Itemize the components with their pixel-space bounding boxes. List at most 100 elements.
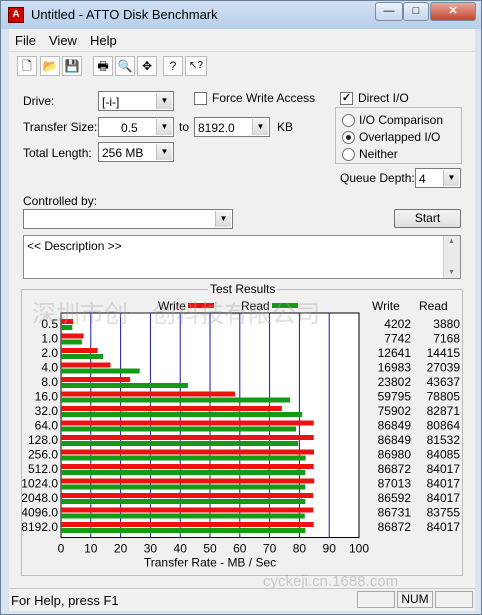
maximize-button[interactable]: □ xyxy=(403,2,429,21)
chevron-down-icon: ▼ xyxy=(215,211,231,227)
x-tick-label: 0 xyxy=(58,542,65,556)
read-value: 78805 xyxy=(427,390,461,404)
io-comparison-label[interactable]: I/O Comparison xyxy=(359,113,443,127)
controlled-by-select[interactable]: ▼ xyxy=(23,209,233,229)
print-preview-button[interactable]: 🔍 xyxy=(115,56,135,76)
force-write-checkbox[interactable] xyxy=(194,92,207,105)
read-bar xyxy=(61,325,73,330)
help-icon: ? xyxy=(169,59,177,73)
description-box[interactable]: << Description >> ▲ ▼ xyxy=(23,235,461,279)
write-value: 16983 xyxy=(378,361,412,375)
close-button[interactable]: ✕ xyxy=(430,2,476,21)
move-icon: ✥ xyxy=(141,59,153,73)
overlapped-io-radio[interactable] xyxy=(342,131,355,144)
drive-select[interactable]: [-i-] ▼ xyxy=(98,91,174,111)
minimize-button[interactable]: — xyxy=(375,2,403,21)
read-bar xyxy=(61,513,305,519)
settings-panel: Drive: [-i-] ▼ Force Write Access ✓ Dire… xyxy=(9,80,475,588)
x-tick-label: 70 xyxy=(263,542,277,556)
direct-io-checkbox[interactable]: ✓ xyxy=(340,92,353,105)
read-bar xyxy=(61,455,306,461)
write-value: 86592 xyxy=(378,491,412,505)
read-value: 43637 xyxy=(427,375,461,389)
controlled-by-label: Controlled by: xyxy=(23,194,98,208)
open-folder-button[interactable]: 📂 xyxy=(40,56,60,76)
minimize-icon: — xyxy=(383,5,395,17)
scroll-down-icon: ▼ xyxy=(448,269,455,276)
new-file-icon: 🗋 xyxy=(22,59,32,73)
write-value: 12641 xyxy=(378,346,412,360)
overlapped-io-label[interactable]: Overlapped I/O xyxy=(359,130,440,144)
write-column-header: Write xyxy=(372,299,400,313)
read-bar xyxy=(61,339,82,345)
direct-io-label[interactable]: Direct I/O xyxy=(358,91,409,105)
queue-depth-select[interactable]: 4 ▼ xyxy=(415,168,461,188)
maximize-icon: □ xyxy=(412,5,420,17)
title-bar[interactable]: A Untitled - ATTO Disk Benchmark — □ ✕ xyxy=(1,1,481,29)
description-scrollbar[interactable]: ▲ ▼ xyxy=(443,236,460,278)
read-bar xyxy=(61,426,297,432)
write-bar xyxy=(61,406,282,411)
y-category-label: 512.0 xyxy=(28,462,58,476)
read-bar xyxy=(61,528,306,533)
menu-view[interactable]: View xyxy=(49,33,77,48)
y-category-label: 2.0 xyxy=(41,346,58,360)
save-button[interactable]: 💾 xyxy=(62,56,82,76)
x-tick-label: 80 xyxy=(293,542,307,556)
read-value: 83755 xyxy=(427,506,461,520)
write-bar xyxy=(61,391,236,397)
menu-bar: File View Help xyxy=(9,29,475,51)
y-category-label: 8192.0 xyxy=(22,520,58,534)
total-length-select[interactable]: 256 MB ▼ xyxy=(98,142,174,162)
chevron-down-icon: ▼ xyxy=(156,93,172,109)
menu-help[interactable]: Help xyxy=(90,33,117,48)
write-bar xyxy=(61,478,315,484)
move-button[interactable]: ✥ xyxy=(137,56,157,76)
write-value: 86849 xyxy=(378,419,412,433)
neither-label[interactable]: Neither xyxy=(359,147,398,161)
read-value: 27039 xyxy=(427,361,461,375)
menu-file[interactable]: File xyxy=(15,33,36,48)
io-comparison-radio[interactable] xyxy=(342,114,355,127)
read-value: 80864 xyxy=(427,419,461,433)
force-write-label[interactable]: Force Write Access xyxy=(212,91,315,105)
write-bar xyxy=(61,522,314,527)
read-bar xyxy=(61,441,299,446)
read-value: 84017 xyxy=(427,491,461,505)
legend-write-swatch xyxy=(188,303,214,308)
legend-write-label: Write xyxy=(158,299,186,313)
chevron-down-icon: ▼ xyxy=(252,119,268,135)
chevron-down-icon: ▼ xyxy=(156,119,172,135)
y-category-label: 4096.0 xyxy=(22,506,58,520)
read-value: 7168 xyxy=(433,332,460,346)
write-value: 86872 xyxy=(378,462,412,476)
new-file-button[interactable]: 🗋 xyxy=(17,56,37,76)
write-value: 75902 xyxy=(378,404,412,418)
read-bar xyxy=(61,470,306,475)
x-tick-label: 100 xyxy=(349,542,369,556)
queue-depth-label: Queue Depth: xyxy=(340,171,415,185)
transfer-from-value: 0.5 xyxy=(121,121,138,135)
x-axis-label: Transfer Rate - MB / Sec xyxy=(144,556,276,570)
start-button[interactable]: Start xyxy=(394,209,461,228)
transfer-to-select[interactable]: 8192.0 ▼ xyxy=(194,117,270,137)
window-title: Untitled - ATTO Disk Benchmark xyxy=(31,7,218,22)
write-value: 59795 xyxy=(378,390,412,404)
kb-label: KB xyxy=(277,120,294,134)
read-value: 14415 xyxy=(427,346,461,360)
chevron-down-icon: ▼ xyxy=(156,144,172,160)
help-button[interactable]: ? xyxy=(163,56,183,76)
write-bar xyxy=(61,319,74,324)
x-tick-label: 20 xyxy=(114,542,128,556)
close-icon: ✕ xyxy=(448,5,458,17)
status-panel-empty-1 xyxy=(357,591,395,608)
print-button[interactable]: 🖶 xyxy=(93,56,113,76)
context-help-button[interactable]: ↖? xyxy=(185,56,207,76)
neither-radio[interactable] xyxy=(342,148,355,161)
legend-read-label: Read xyxy=(241,299,270,313)
read-value: 84085 xyxy=(427,448,461,462)
context-help-icon: ↖? xyxy=(189,60,203,71)
transfer-from-select[interactable]: 0.5 ▼ xyxy=(98,117,174,137)
x-tick-label: 10 xyxy=(84,542,98,556)
y-category-label: 32.0 xyxy=(35,404,59,418)
